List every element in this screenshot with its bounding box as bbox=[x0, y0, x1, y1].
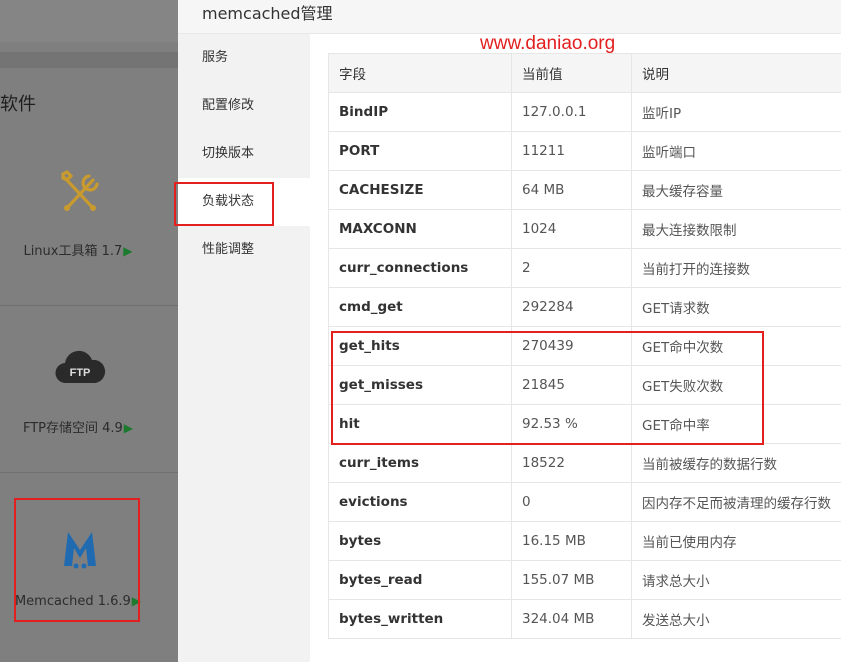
column-header-value: 当前值 bbox=[511, 53, 632, 93]
cell-field: bytes_read bbox=[328, 560, 512, 600]
ftp-cloud-icon: FTP bbox=[55, 350, 106, 384]
cell-description: 发送总大小 bbox=[631, 599, 841, 639]
cell-description: 因内存不足而被清理的缓存行数 bbox=[631, 482, 841, 522]
table-row: bytes 16.15 MB 当前已使用内存 bbox=[328, 521, 841, 561]
modal-side-nav: 服务 配置修改 切换版本 负载状态 性能调整 bbox=[178, 34, 310, 662]
section-title: 软件 bbox=[0, 94, 36, 115]
cell-value: 18522 bbox=[511, 443, 632, 483]
cell-value: 0 bbox=[511, 482, 632, 522]
cell-description: 当前打开的连接数 bbox=[631, 248, 841, 288]
cell-field: bytes bbox=[328, 521, 512, 561]
watermark-text: www.daniao.org bbox=[480, 33, 616, 54]
cell-field: MAXCONN bbox=[328, 209, 512, 249]
nav-item-config[interactable]: 配置修改 bbox=[178, 82, 310, 130]
column-header-field: 字段 bbox=[328, 53, 512, 93]
cell-description: 当前被缓存的数据行数 bbox=[631, 443, 841, 483]
cell-value: 324.04 MB bbox=[511, 599, 632, 639]
background-top-bar bbox=[0, 0, 180, 42]
table-row: PORT 11211 监听端口 bbox=[328, 131, 841, 171]
load-status-highlight bbox=[174, 182, 274, 226]
table-row: bytes_written 324.04 MB 发送总大小 bbox=[328, 599, 841, 639]
cell-description: GET请求数 bbox=[631, 287, 841, 327]
cell-description: 当前已使用内存 bbox=[631, 521, 841, 561]
tools-icon bbox=[61, 170, 99, 211]
cell-field: evictions bbox=[328, 482, 512, 522]
nav-item-switch-version[interactable]: 切换版本 bbox=[178, 130, 310, 178]
table-row: CACHESIZE 64 MB 最大缓存容量 bbox=[328, 170, 841, 210]
cell-description: 请求总大小 bbox=[631, 560, 841, 600]
cell-description: 最大缓存容量 bbox=[631, 170, 841, 210]
app-card-ftp-storage[interactable]: FTP FTP存储空间 4.9▶ bbox=[0, 307, 178, 473]
cell-field: PORT bbox=[328, 131, 512, 171]
cell-field: curr_items bbox=[328, 443, 512, 483]
nav-item-service[interactable]: 服务 bbox=[178, 34, 310, 82]
cell-value: 292284 bbox=[511, 287, 632, 327]
cell-field: cmd_get bbox=[328, 287, 512, 327]
cell-value: 155.07 MB bbox=[511, 560, 632, 600]
background-divider bbox=[0, 52, 180, 68]
cell-value: 1024 bbox=[511, 209, 632, 249]
modal-header: memcached管理 bbox=[178, 0, 841, 34]
memcached-card-highlight bbox=[14, 498, 140, 622]
cell-field: curr_connections bbox=[328, 248, 512, 288]
app-card-linux-toolbox[interactable]: Linux工具箱 1.7▶ bbox=[0, 140, 178, 306]
cell-value: 16.15 MB bbox=[511, 521, 632, 561]
table-row: curr_items 18522 当前被缓存的数据行数 bbox=[328, 443, 841, 483]
cell-value: 64 MB bbox=[511, 170, 632, 210]
table-row: MAXCONN 1024 最大连接数限制 bbox=[328, 209, 841, 249]
cell-description: 监听端口 bbox=[631, 131, 841, 171]
cell-description: 最大连接数限制 bbox=[631, 209, 841, 249]
svg-text:FTP: FTP bbox=[70, 367, 91, 379]
table-row: evictions 0 因内存不足而被清理的缓存行数 bbox=[328, 482, 841, 522]
cell-value: 127.0.0.1 bbox=[511, 92, 632, 132]
table-row: cmd_get 292284 GET请求数 bbox=[328, 287, 841, 327]
table-row: BindIP 127.0.0.1 监听IP bbox=[328, 92, 841, 132]
app-card-label: FTP存储空间 4.9▶ bbox=[22, 421, 134, 436]
column-header-description: 说明 bbox=[631, 53, 841, 93]
table-row: curr_connections 2 当前打开的连接数 bbox=[328, 248, 841, 288]
modal-title: memcached管理 bbox=[202, 4, 333, 23]
hit-stats-highlight bbox=[331, 331, 764, 445]
table-row: bytes_read 155.07 MB 请求总大小 bbox=[328, 560, 841, 600]
app-card-label: Linux工具箱 1.7▶ bbox=[23, 244, 133, 259]
cell-description: 监听IP bbox=[631, 92, 841, 132]
cell-field: CACHESIZE bbox=[328, 170, 512, 210]
cell-field: bytes_written bbox=[328, 599, 512, 639]
cell-field: BindIP bbox=[328, 92, 512, 132]
cell-value: 11211 bbox=[511, 131, 632, 171]
cell-value: 2 bbox=[511, 248, 632, 288]
table-header-row: 字段 当前值 说明 bbox=[328, 53, 841, 93]
nav-item-performance[interactable]: 性能调整 bbox=[178, 226, 310, 274]
